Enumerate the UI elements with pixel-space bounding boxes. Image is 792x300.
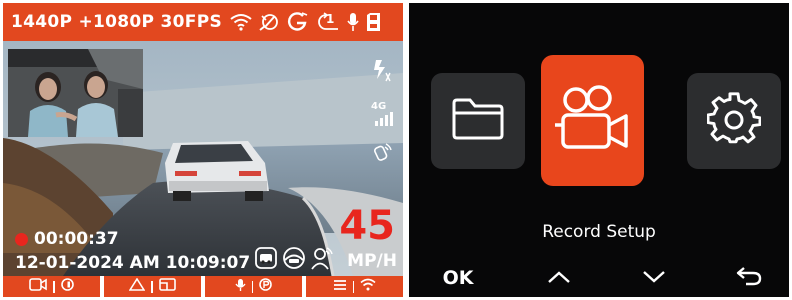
quick-action-bar	[3, 276, 403, 297]
photo-frame-icon	[158, 278, 176, 295]
ok-button[interactable]: OK	[429, 261, 487, 295]
selected-menu-label: Record Setup	[542, 222, 656, 242]
adas-icon	[255, 247, 277, 273]
video-stop-button[interactable]	[3, 276, 100, 297]
up-button[interactable]	[529, 261, 589, 295]
voice-control-icon	[372, 141, 394, 167]
file-browser-tile[interactable]	[431, 73, 525, 169]
divider	[151, 280, 153, 293]
divider	[53, 280, 55, 293]
cellular-4g-icon: 4G	[371, 101, 395, 127]
lane-departure-icon	[281, 247, 307, 273]
folder-icon	[451, 97, 505, 145]
menu-icon	[333, 279, 347, 295]
status-bar: 1440P +1080P 30FPS 1	[3, 3, 403, 41]
cabin-camera-pip[interactable]	[8, 49, 143, 137]
down-button[interactable]	[624, 261, 684, 295]
stop-circle-icon	[60, 278, 74, 295]
sos-emergency-icon	[372, 59, 394, 87]
menu-wifi-button[interactable]	[306, 276, 403, 297]
return-arrow-icon	[736, 266, 762, 290]
record-setup-tile[interactable]	[541, 55, 644, 186]
triangle-icon	[128, 277, 146, 295]
wifi-icon	[360, 278, 376, 295]
gear-icon	[706, 92, 762, 150]
recording-indicator-dot	[15, 232, 28, 246]
main-menu-screen: Record Setup OK	[409, 3, 789, 297]
cabin-camera-feed	[8, 49, 143, 137]
divider	[251, 280, 254, 293]
speed-unit-label: MP/H	[347, 251, 397, 271]
microphone-icon	[235, 278, 246, 296]
chevron-down-icon	[642, 269, 666, 288]
video-camera-icon	[29, 278, 48, 295]
dashcam-ui: 1440P +1080P 30FPS 1 4G 00:00:37 12-01-2…	[0, 0, 792, 300]
chevron-up-icon	[547, 269, 571, 288]
sd-card-icon	[366, 12, 381, 32]
date-time-label: 12-01-2024 AM 10:09:07	[15, 253, 251, 273]
recording-time-label: 00:00:37	[34, 229, 119, 249]
loop-duration-label: 1	[326, 12, 335, 26]
loop-recording-icon: 1	[314, 12, 340, 32]
parking-mode-icon	[259, 278, 273, 295]
settings-tile[interactable]	[687, 73, 781, 169]
movie-camera-icon	[554, 84, 632, 157]
recording-timer: 00:00:37	[15, 229, 119, 249]
divider	[352, 280, 355, 293]
resolution-mode-label: 1440P +1080P 30FPS	[11, 12, 223, 32]
emergency-photo-button[interactable]	[104, 276, 201, 297]
side-status-icons: 4G	[371, 59, 395, 167]
gps-icon	[286, 12, 308, 32]
mode-status-icons	[255, 246, 335, 274]
driver-monitor-icon	[311, 246, 335, 274]
live-view-screen: 1440P +1080P 30FPS 1 4G 00:00:37 12-01-2…	[3, 3, 403, 297]
microphone-icon	[346, 12, 360, 32]
back-button[interactable]	[719, 261, 779, 295]
navigation-bar: OK	[409, 261, 789, 295]
satellite-icon	[258, 12, 280, 32]
speed-value: 45	[339, 203, 395, 249]
wifi-icon	[230, 13, 252, 31]
mic-parking-button[interactable]	[205, 276, 302, 297]
